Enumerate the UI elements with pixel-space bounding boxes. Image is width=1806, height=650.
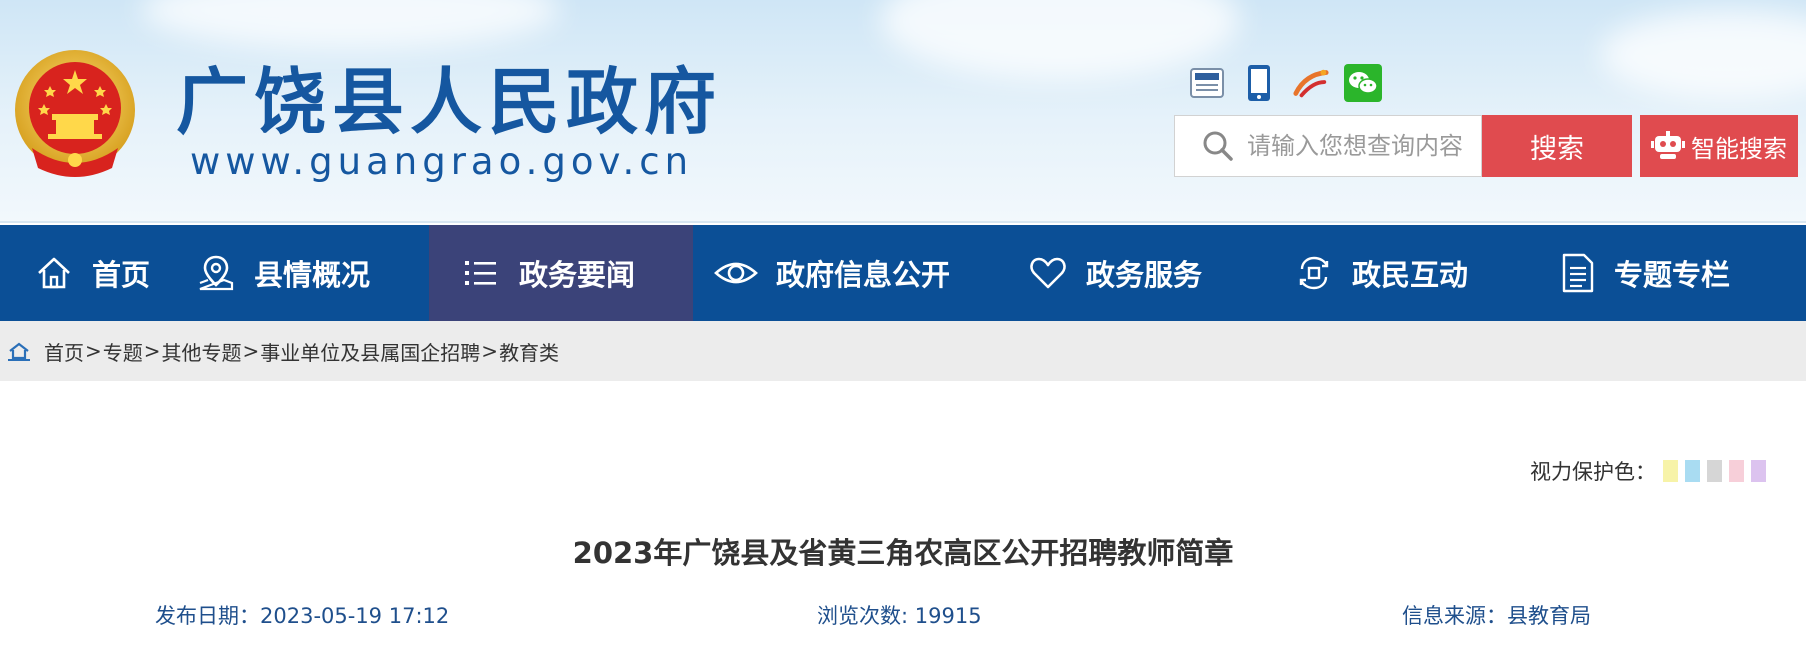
- home-icon: [38, 257, 70, 289]
- search-box: [1174, 115, 1482, 177]
- header-cloud: [880, 0, 1240, 80]
- document-icon: [1562, 253, 1594, 293]
- home-icon: [8, 342, 30, 361]
- info-source: 信息来源：县教育局: [1402, 604, 1591, 628]
- nav-label: 专题专栏: [1614, 258, 1731, 292]
- gov-app-icon[interactable]: [1188, 64, 1226, 102]
- breadcrumb-separator: >: [143, 339, 161, 363]
- eye-care-swatch-gray[interactable]: [1707, 460, 1722, 482]
- eye-care-label: 视力保护色：: [1530, 460, 1656, 484]
- heart-icon: [1030, 257, 1066, 289]
- interaction-icon: [1299, 256, 1329, 290]
- publish-date: 发布日期：2023-05-19 17:12: [155, 604, 450, 628]
- breadcrumb-item-home[interactable]: 首页: [44, 337, 84, 366]
- nav-label: 首页: [92, 258, 151, 292]
- robot-icon: [1651, 131, 1685, 159]
- breadcrumb: 首页 > 专题 > 其他专题 > 事业单位及县属国企招聘 > 教育类: [0, 321, 1806, 381]
- nav-item-county-overview[interactable]: 县情概况: [196, 225, 396, 321]
- nav-label: 政务要闻: [519, 258, 636, 292]
- nav-label: 政务服务: [1086, 258, 1203, 292]
- nav-item-special-topics[interactable]: 专题专栏: [1560, 225, 1760, 321]
- site-header: 广饶县人民政府 www.guangrao.gov.cn 请输入您想查询内容 搜索…: [0, 0, 1806, 223]
- view-count: 浏览次数: 19915: [817, 604, 982, 628]
- wechat-icon[interactable]: [1344, 64, 1382, 102]
- map-pin-icon: [199, 255, 234, 291]
- search-icon: [1203, 131, 1233, 161]
- header-divider: [0, 221, 1806, 223]
- smart-search-label: 智能搜索: [1691, 134, 1787, 163]
- nav-label: 政民互动: [1352, 258, 1469, 292]
- search-input[interactable]: [1247, 132, 1467, 160]
- eye-care-swatch-yellow[interactable]: [1663, 460, 1678, 482]
- breadcrumb-item-other-topics[interactable]: 其他专题: [162, 337, 242, 366]
- nav-item-home[interactable]: 首页: [34, 225, 184, 321]
- eye-icon: [714, 262, 758, 284]
- eye-care-color-picker: 视力保护色：: [1530, 456, 1766, 486]
- breadcrumb-separator: >: [85, 339, 102, 363]
- header-cloud: [1600, 10, 1806, 100]
- search-button[interactable]: 搜索: [1482, 115, 1632, 177]
- breadcrumb-item-recruitment[interactable]: 事业单位及县属国企招聘: [260, 337, 480, 366]
- site-url: www.guangrao.gov.cn: [190, 140, 694, 183]
- breadcrumb-item-topics[interactable]: 专题: [103, 337, 143, 366]
- smart-search-button[interactable]: 智能搜索: [1640, 115, 1798, 177]
- nav-item-gov-services[interactable]: 政务服务: [1028, 225, 1228, 321]
- main-nav: 首页 县情概况 政务要闻 政府信息公开 政务服务 政民互动 专题专栏: [0, 225, 1806, 321]
- nav-item-gov-news[interactable]: 政务要闻: [429, 225, 693, 321]
- eye-care-swatch-pink[interactable]: [1729, 460, 1744, 482]
- header-cloud: [140, 0, 560, 50]
- breadcrumb-separator: >: [242, 339, 260, 363]
- breadcrumb-separator: >: [481, 339, 499, 363]
- site-title: 广饶县人民政府: [176, 60, 723, 144]
- nav-label: 县情概况: [254, 258, 371, 292]
- list-icon: [465, 261, 496, 285]
- eye-care-swatch-purple[interactable]: [1751, 460, 1766, 482]
- nav-item-info-disclosure[interactable]: 政府信息公开: [714, 225, 974, 321]
- mobile-icon[interactable]: [1240, 64, 1278, 102]
- national-emblem-icon: [15, 50, 135, 177]
- eye-care-swatch-blue[interactable]: [1685, 460, 1700, 482]
- article-title: 2023年广饶县及省黄三角农高区公开招聘教师简章: [572, 536, 1234, 570]
- breadcrumb-item-education[interactable]: 教育类: [499, 337, 559, 366]
- nav-item-interaction[interactable]: 政民互动: [1294, 225, 1494, 321]
- top-icon-bar: [1188, 64, 1382, 102]
- weibo-icon[interactable]: [1292, 64, 1330, 102]
- nav-label: 政府信息公开: [776, 258, 951, 292]
